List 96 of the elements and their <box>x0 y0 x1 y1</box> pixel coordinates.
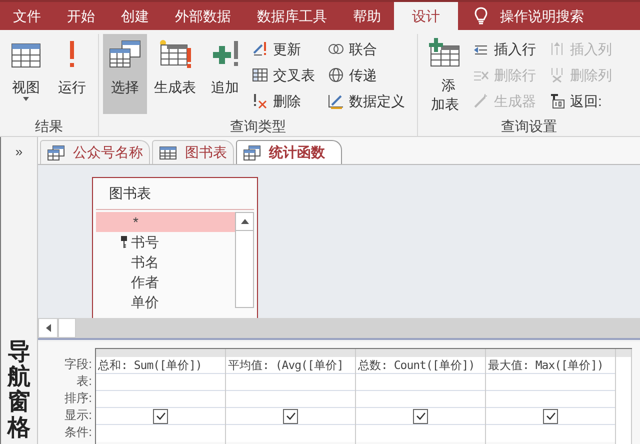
scroll-thumb[interactable] <box>58 318 76 338</box>
grid-cell[interactable] <box>96 425 225 442</box>
column-selector[interactable] <box>96 349 225 357</box>
grid-cell[interactable] <box>356 374 485 391</box>
field-cell[interactable]: 平均值: (Avg([单价] <box>226 357 355 374</box>
crosstab-icon <box>252 67 268 83</box>
check-icon <box>546 412 556 420</box>
ribbon-button[interactable]: 交叉表 <box>250 64 317 86</box>
ribbon-button[interactable]: 追加 <box>203 34 247 114</box>
column-selector[interactable] <box>616 349 631 357</box>
ribbon-button[interactable]: 视图 <box>4 34 48 114</box>
table-icon <box>159 146 177 160</box>
navigation-pane-label: 导航窗格 <box>8 338 30 440</box>
document-tab[interactable]: 图书表 <box>152 140 234 164</box>
row-label: 条件: <box>64 424 93 441</box>
group-title: 结果 <box>34 117 64 135</box>
ribbon-button[interactable]: 删除 <box>250 90 317 112</box>
row-label: 表: <box>76 373 93 390</box>
menu-tab[interactable]: 设计 <box>394 2 458 30</box>
up-arrow-icon <box>240 219 248 224</box>
row-label: 显示: <box>64 407 93 424</box>
ribbon-button[interactable]: 运行 <box>50 34 94 114</box>
group-title: 查询类型 <box>229 117 287 135</box>
left-arrow-icon <box>46 324 50 332</box>
menu-tab[interactable]: 创建 <box>108 2 162 30</box>
field-list-title: 图书表 <box>96 178 254 210</box>
menu-tab[interactable]: 外部数据 <box>162 2 244 30</box>
field-item[interactable]: 单价 <box>96 292 235 312</box>
lightbulb-icon <box>474 7 488 25</box>
document-tab[interactable]: 公众号名称 <box>40 140 150 164</box>
show-checkbox[interactable] <box>543 408 558 424</box>
caret-icon <box>23 97 29 101</box>
insert-column-icon <box>549 41 565 57</box>
ribbon-button[interactable]: 生成表 <box>149 34 201 114</box>
grid-cell[interactable] <box>486 425 615 442</box>
grid-cell[interactable] <box>226 425 355 442</box>
wand-icon <box>473 93 489 109</box>
delete-column-icon <box>549 67 565 83</box>
grid-cell[interactable] <box>356 425 485 442</box>
group-title: 查询设置 <box>500 117 558 135</box>
expand-toggle[interactable]: » <box>15 145 23 158</box>
pencil-ruler-icon <box>328 93 344 109</box>
field-item[interactable]: 书名 <box>96 252 235 272</box>
field-cell[interactable]: 总数: Count([单价]) <box>356 357 485 374</box>
stacked-tables-icon <box>108 39 142 69</box>
grid-cell[interactable] <box>226 374 355 391</box>
ribbon-button[interactable]: 联合 <box>326 38 407 60</box>
return-count-icon <box>549 93 565 109</box>
field-item[interactable]: * <box>96 212 235 232</box>
column-selector[interactable] <box>486 349 615 357</box>
field-cell[interactable]: 最大值: Max([单价]) <box>486 357 615 374</box>
rings-icon <box>328 41 344 57</box>
ribbon-button[interactable]: 传递 <box>326 64 407 86</box>
field-cell[interactable]: 总和: Sum([单价]) <box>96 357 225 374</box>
column-selector[interactable] <box>226 349 355 357</box>
field-item[interactable]: 作者 <box>96 272 235 292</box>
grid-cell[interactable] <box>486 391 615 408</box>
menu-tab[interactable]: 帮助 <box>340 2 394 30</box>
ribbon-button[interactable]: 插入行 <box>471 38 538 60</box>
query-icon <box>47 144 65 160</box>
grid-cell[interactable] <box>96 374 225 391</box>
horizontal-scrollbar[interactable] <box>38 318 640 338</box>
ribbon-button[interactable]: 数据定义 <box>326 90 407 112</box>
grid-cell[interactable] <box>226 391 355 408</box>
column-selector[interactable] <box>356 349 485 357</box>
ribbon-button[interactable]: 选择 <box>103 34 147 114</box>
tell-me-search[interactable]: 操作说明搜索 <box>458 2 584 30</box>
row-label: 排序: <box>64 390 93 407</box>
query-icon <box>243 144 261 160</box>
delete-x-icon <box>252 93 268 109</box>
exclamation-icon <box>67 39 77 69</box>
menu-tab[interactable]: 数据库工具 <box>244 2 340 30</box>
key-icon <box>121 236 127 248</box>
new-table-icon <box>157 38 193 70</box>
grid-cell[interactable] <box>356 391 485 408</box>
field-item[interactable]: 书号 <box>96 232 235 252</box>
grid-cell[interactable] <box>96 391 225 408</box>
check-icon <box>286 412 296 420</box>
ribbon-button[interactable]: 更新 <box>250 38 317 60</box>
splitter-bar[interactable] <box>38 338 640 342</box>
check-icon <box>416 412 426 420</box>
grid-cell[interactable] <box>486 374 615 391</box>
show-checkbox[interactable] <box>153 408 168 424</box>
menu-tab[interactable]: 文件 <box>0 2 54 30</box>
document-tab[interactable]: 统计函数 <box>236 140 342 164</box>
globe-icon <box>328 67 344 83</box>
show-checkbox[interactable] <box>283 408 298 424</box>
row-label: 字段: <box>64 356 93 373</box>
show-checkbox[interactable] <box>413 408 428 424</box>
check-icon <box>156 412 166 420</box>
ribbon-button[interactable]: 添加表 <box>422 34 468 114</box>
pencil-exclamation-icon <box>252 41 268 57</box>
vertical-scrollbar[interactable] <box>235 212 254 308</box>
menu-tab[interactable]: 开始 <box>54 2 108 30</box>
ribbon-button[interactable]: 返回: <box>547 90 614 112</box>
grid-cell[interactable] <box>616 357 631 444</box>
